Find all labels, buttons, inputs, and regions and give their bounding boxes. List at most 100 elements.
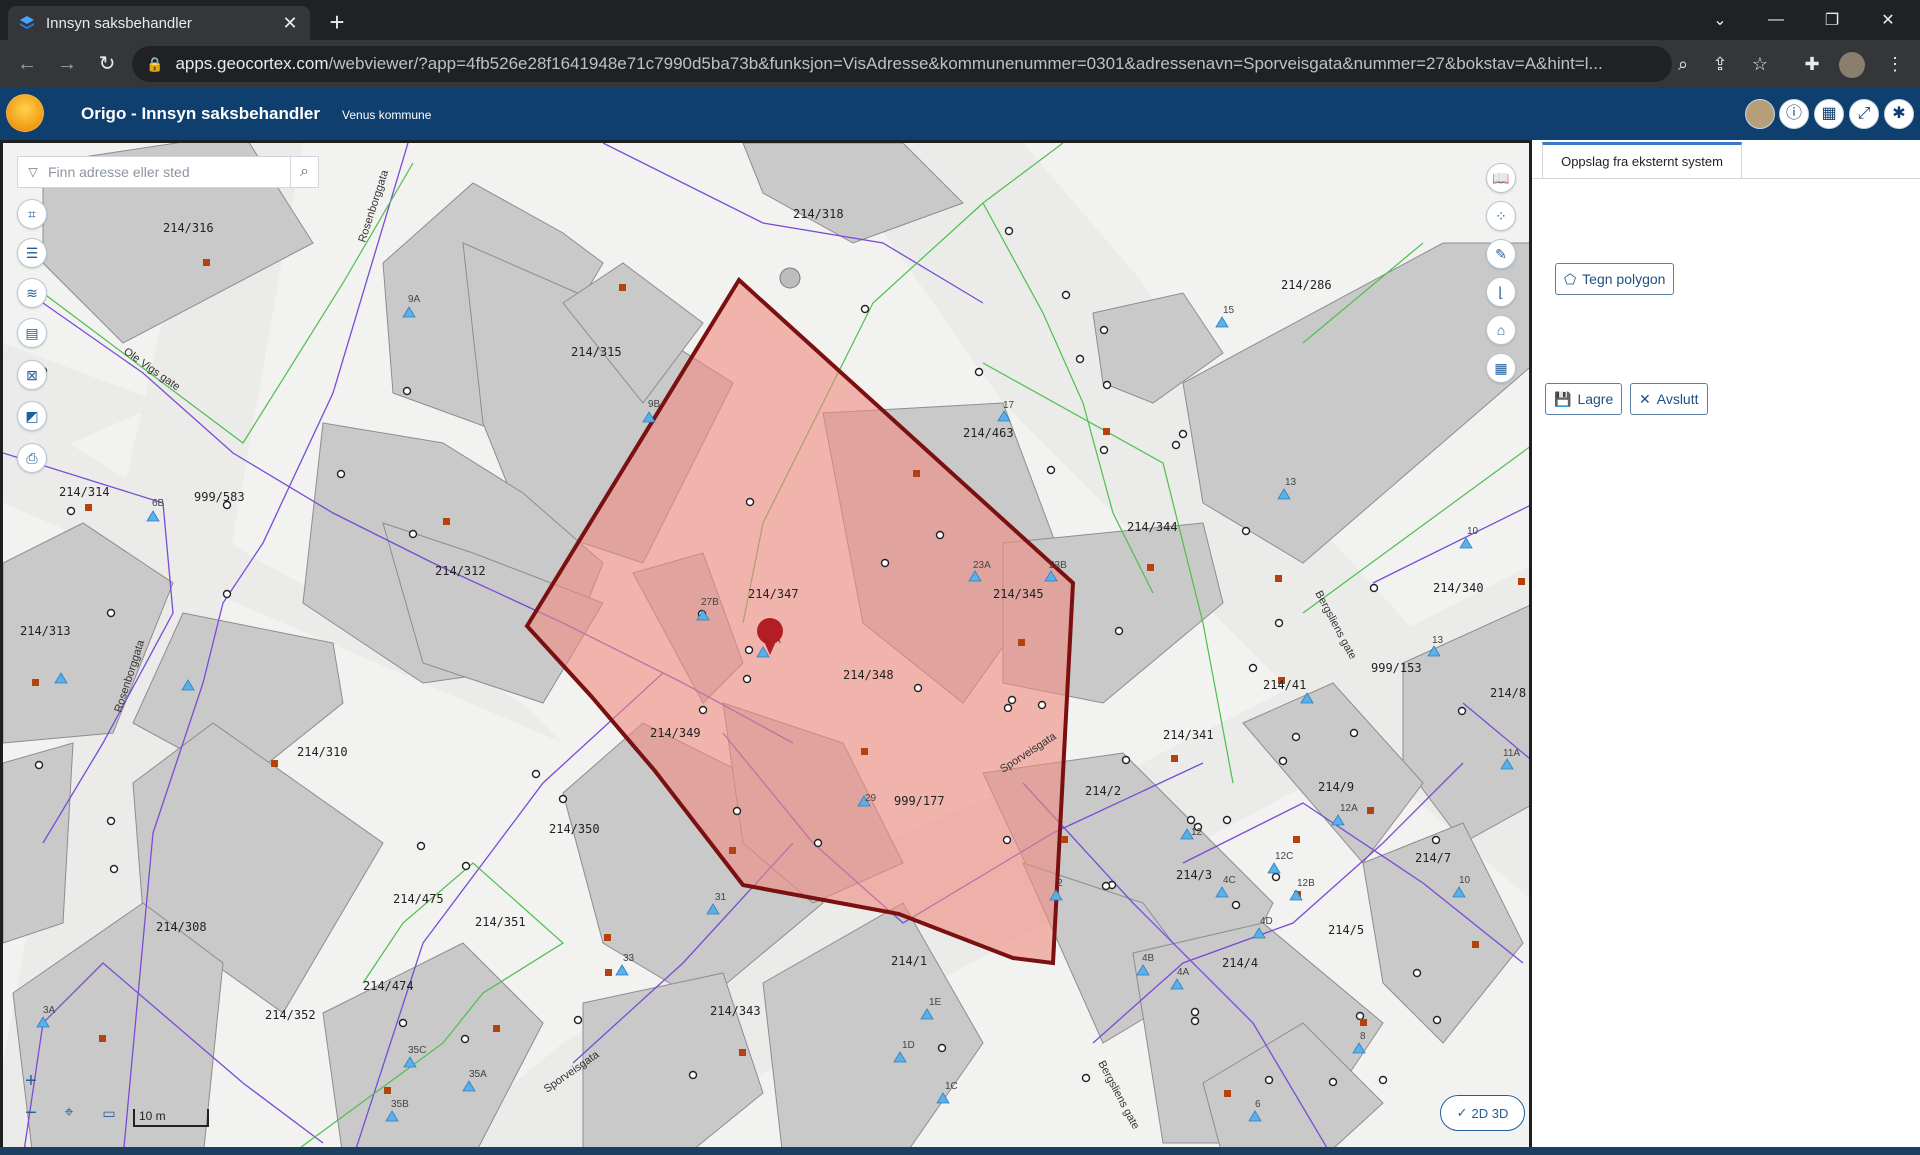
app-subtitle: Venus kommune	[342, 108, 432, 122]
layers-icon[interactable]: ≋	[17, 278, 47, 308]
svg-text:214/3: 214/3	[1176, 868, 1212, 882]
restore-window-icon[interactable]: ❐	[1804, 0, 1860, 40]
map-view[interactable]: 214/316 214/318 214/315 214/286 214/463 214/…	[0, 140, 1532, 1155]
svg-text:999/177: 999/177	[894, 794, 945, 808]
browser-toolbar: ← → ↻ 🔒 apps.geocortex.com/webviewer/?ap…	[0, 40, 1920, 88]
close-icon: ✕	[1639, 390, 1651, 407]
user-avatar[interactable]	[1745, 99, 1775, 129]
print-icon[interactable]: ⎙	[17, 443, 47, 473]
svg-text:9A: 9A	[408, 294, 421, 305]
svg-text:Rosenborggata: Rosenborggata	[356, 168, 391, 244]
svg-text:214/9: 214/9	[1318, 780, 1354, 794]
svg-text:9B: 9B	[648, 399, 661, 410]
info-icon[interactable]: ⓘ	[1779, 99, 1809, 129]
svg-text:12B: 12B	[1297, 878, 1315, 889]
measure-icon[interactable]: ⌊	[1486, 277, 1516, 307]
svg-text:214/41: 214/41	[1263, 678, 1306, 692]
bookmark-book-icon[interactable]: 📖	[1486, 163, 1516, 193]
calendar-icon[interactable]: ▦	[1814, 99, 1844, 129]
search-input[interactable]	[48, 164, 290, 180]
svg-text:23B: 23B	[1049, 560, 1067, 571]
tab-title: Innsyn saksbehandler	[46, 14, 192, 32]
forward-icon[interactable]: →	[52, 49, 82, 79]
svg-text:214/344: 214/344	[1127, 520, 1178, 534]
profile-avatar[interactable]	[1839, 52, 1865, 78]
tools-icon[interactable]: ⤢	[1849, 99, 1879, 129]
svg-text:214/316: 214/316	[163, 221, 214, 235]
address-bar[interactable]: 🔒 apps.geocortex.com/webviewer/?app=4fb5…	[132, 46, 1672, 82]
tab-divider	[1532, 178, 1920, 179]
svg-text:4C: 4C	[1223, 875, 1236, 886]
zoom-in-button[interactable]: +	[17, 1067, 45, 1095]
zoom-icon[interactable]: ⌕	[1668, 49, 1698, 79]
identify-icon[interactable]: ⊠	[17, 360, 47, 390]
search-icon[interactable]: ⌕	[290, 157, 318, 187]
check-icon: ✓	[1456, 1105, 1468, 1120]
svg-text:214/474: 214/474	[363, 979, 414, 993]
tab-external-lookup[interactable]: Oppslag fra eksternt system	[1542, 142, 1742, 178]
tab-search-chevron-icon[interactable]: ⌄	[1692, 0, 1748, 40]
browser-menu-icon[interactable]: ⋮	[1880, 49, 1910, 79]
svg-text:214/318: 214/318	[793, 207, 844, 221]
back-icon[interactable]: ←	[12, 49, 42, 79]
report-icon[interactable]: ▦	[1486, 353, 1516, 383]
svg-text:10: 10	[1459, 875, 1471, 886]
finish-label: Avslutt	[1656, 391, 1699, 407]
point-info-icon[interactable]: ⁘	[1486, 201, 1516, 231]
svg-text:214/1: 214/1	[891, 954, 927, 968]
browser-tab[interactable]: Innsyn saksbehandler ✕	[8, 6, 310, 40]
draw-polygon-label: Tegn polygon	[1582, 271, 1666, 287]
chart-icon[interactable]: ◩	[17, 401, 47, 431]
new-tab-button[interactable]: +	[322, 8, 352, 38]
svg-text:214/4: 214/4	[1222, 956, 1258, 970]
layer-tool-icon[interactable]: ⌗	[17, 199, 47, 229]
close-window-icon[interactable]: ✕	[1860, 0, 1916, 40]
basemap-icon[interactable]: ▤	[17, 318, 47, 348]
scale-toggle-icon[interactable]: ▭	[95, 1099, 123, 1127]
draw-polygon-button[interactable]: ⬠ Tegn polygon	[1555, 263, 1675, 295]
svg-text:214/314: 214/314	[59, 485, 110, 499]
mode-toggle-label: 2D 3D	[1471, 1105, 1509, 1121]
svg-text:214/475: 214/475	[393, 892, 444, 906]
svg-text:214/5: 214/5	[1328, 923, 1364, 937]
svg-text:23A: 23A	[973, 560, 991, 571]
geocortex-favicon-icon	[20, 16, 34, 29]
save-button[interactable]: 💾 Lagre	[1545, 383, 1623, 415]
svg-text:10: 10	[1467, 526, 1479, 537]
svg-text:4A: 4A	[1177, 967, 1190, 978]
svg-text:214/286: 214/286	[1281, 278, 1332, 292]
map-canvas[interactable]: 214/316214/318214/315 214/286214/463214/…	[3, 143, 1532, 1155]
svg-text:17: 17	[1003, 400, 1015, 411]
side-panel: Oppslag fra eksternt system ⬠ Tegn polyg…	[1532, 140, 1920, 1155]
search-options-dropdown-icon[interactable]: ▽	[18, 165, 48, 179]
extensions-puzzle-icon[interactable]: ✚	[1797, 49, 1827, 79]
finish-button[interactable]: ✕ Avslutt	[1630, 383, 1708, 415]
list-icon[interactable]: ☰	[17, 238, 47, 268]
bookmark-star-icon[interactable]: ☆	[1745, 49, 1775, 79]
svg-text:214/341: 214/341	[1163, 728, 1214, 742]
draw-pencil-icon[interactable]: ✎	[1486, 239, 1516, 269]
reload-icon[interactable]: ↻	[92, 49, 122, 79]
url-host: apps.geocortex.com	[175, 54, 329, 73]
svg-text:35B: 35B	[391, 1099, 409, 1110]
lock-icon: 🔒	[146, 55, 164, 72]
zoom-out-button[interactable]: −	[17, 1099, 45, 1127]
locate-icon[interactable]: ⌖	[55, 1099, 83, 1127]
svg-text:1E: 1E	[929, 997, 942, 1008]
browser-tab-bar: Innsyn saksbehandler ✕ + ⌄ — ❐ ✕	[0, 0, 1920, 40]
home-search-icon[interactable]: ⌂	[1486, 315, 1516, 345]
share-icon[interactable]: ⇪	[1705, 49, 1735, 79]
close-tab-icon[interactable]: ✕	[280, 13, 300, 34]
2d-3d-toggle[interactable]: ✓ 2D 3D	[1440, 1095, 1525, 1131]
bug-icon[interactable]: ✱	[1884, 99, 1914, 129]
svg-text:214/2: 214/2	[1085, 784, 1121, 798]
svg-text:214/343: 214/343	[710, 1004, 761, 1018]
minimize-window-icon[interactable]: —	[1748, 0, 1804, 40]
svg-text:27B: 27B	[701, 597, 719, 608]
svg-text:29: 29	[865, 793, 877, 804]
svg-text:214/340: 214/340	[1433, 581, 1484, 595]
save-icon: 💾	[1554, 390, 1572, 407]
svg-text:214/348: 214/348	[843, 668, 894, 682]
svg-text:4B: 4B	[1142, 953, 1155, 964]
svg-text:35C: 35C	[408, 1045, 426, 1056]
